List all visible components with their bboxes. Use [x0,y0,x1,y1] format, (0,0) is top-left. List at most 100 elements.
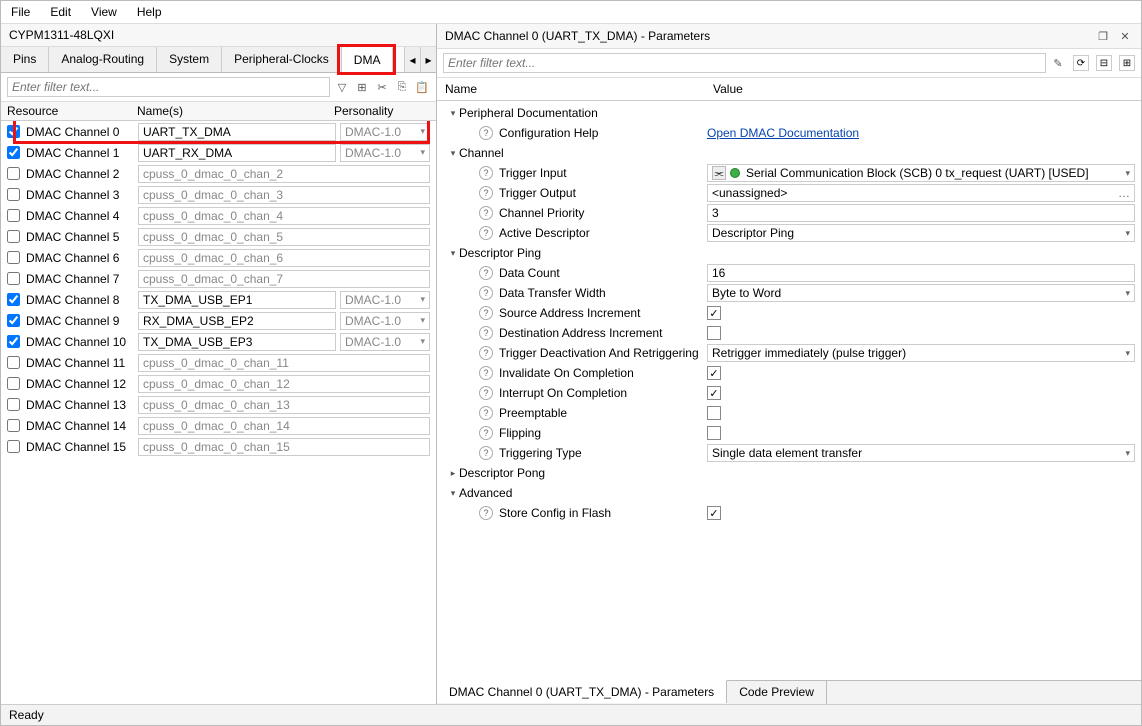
collapse-toggle[interactable]: ▾ [447,248,459,259]
col-names[interactable]: Name(s) [137,104,334,118]
col-resource[interactable]: Resource [7,104,137,118]
resource-name-field[interactable]: TX_DMA_USB_EP1 [138,291,336,309]
copy-icon[interactable]: ⎘ [394,79,410,95]
edit-icon[interactable]: ✎ [1050,55,1066,71]
resource-checkbox[interactable] [7,377,20,390]
open-dmac-doc-link[interactable]: Open DMAC Documentation [707,126,859,140]
tab-scroll-left-icon[interactable]: ◂ [404,47,420,72]
cut-icon[interactable]: ✂ [374,79,390,95]
resource-checkbox[interactable] [7,356,20,369]
invalidate-on-completion-checkbox[interactable]: ✓ [707,366,721,380]
personality-select[interactable]: DMAC-1.0▾ [340,291,430,309]
tab-peripheral-clocks[interactable]: Peripheral-Clocks [222,47,342,72]
resource-name-field[interactable]: cpuss_0_dmac_0_chan_14 [138,417,430,435]
table-row[interactable]: DMAC Channel 8TX_DMA_USB_EP1DMAC-1.0▾ [1,289,436,310]
close-icon[interactable]: ✕ [1117,28,1133,44]
help-icon[interactable]: ? [479,426,493,440]
resource-checkbox[interactable] [7,209,20,222]
tab-dma[interactable]: DMA [342,48,394,73]
resource-name-field[interactable]: cpuss_0_dmac_0_chan_2 [138,165,430,183]
trigger-input-select[interactable]: ⫘Serial Communication Block (SCB) 0 tx_r… [707,164,1135,182]
trigger-deactivation-select[interactable]: Retrigger immediately (pulse trigger) [707,344,1135,362]
resource-checkbox[interactable] [7,251,20,264]
preemptable-checkbox[interactable] [707,406,721,420]
col-value[interactable]: Value [713,82,1133,96]
resource-checkbox[interactable] [7,419,20,432]
tab-system[interactable]: System [157,47,222,72]
personality-select[interactable]: DMAC-1.0▾ [340,312,430,330]
help-icon[interactable]: ? [479,126,493,140]
help-icon[interactable]: ? [479,386,493,400]
help-icon[interactable]: ? [479,506,493,520]
help-icon[interactable]: ? [479,446,493,460]
refresh-icon[interactable]: ⟳ [1073,55,1089,71]
collapse-toggle[interactable]: ▾ [447,488,459,499]
data-transfer-width-select[interactable]: Byte to Word [707,284,1135,302]
resource-name-field[interactable]: cpuss_0_dmac_0_chan_5 [138,228,430,246]
store-config-flash-checkbox[interactable]: ✓ [707,506,721,520]
help-icon[interactable]: ? [479,166,493,180]
table-row[interactable]: DMAC Channel 5cpuss_0_dmac_0_chan_5 [1,226,436,247]
resource-name-field[interactable]: cpuss_0_dmac_0_chan_12 [138,375,430,393]
collapse-toggle[interactable]: ▾ [447,148,459,159]
table-row[interactable]: DMAC Channel 11cpuss_0_dmac_0_chan_11 [1,352,436,373]
filter-icon[interactable]: ▽ [334,79,350,95]
resource-checkbox[interactable] [7,125,20,138]
col-name[interactable]: Name [445,82,713,96]
help-icon[interactable]: ? [479,186,493,200]
tab-code-preview[interactable]: Code Preview [727,681,827,704]
table-row[interactable]: DMAC Channel 15cpuss_0_dmac_0_chan_15 [1,436,436,457]
resource-name-field[interactable]: UART_TX_DMA [138,123,336,141]
interrupt-on-completion-checkbox[interactable]: ✓ [707,386,721,400]
help-icon[interactable]: ? [479,366,493,380]
personality-select[interactable]: DMAC-1.0▾ [340,333,430,351]
help-icon[interactable]: ? [479,286,493,300]
collapse-icon[interactable]: ⊟ [1096,55,1112,71]
flipping-checkbox[interactable] [707,426,721,440]
table-row[interactable]: DMAC Channel 10TX_DMA_USB_EP3DMAC-1.0▾ [1,331,436,352]
collapse-toggle[interactable]: ▾ [447,108,459,119]
dest-addr-increment-checkbox[interactable] [707,326,721,340]
help-icon[interactable]: ? [479,226,493,240]
personality-select[interactable]: DMAC-1.0▾ [340,144,430,162]
expand-toggle[interactable]: ▸ [447,468,459,479]
tab-pins[interactable]: Pins [1,47,49,72]
data-count-field[interactable]: 16 [707,264,1135,282]
menu-help[interactable]: Help [137,5,162,19]
resource-name-field[interactable]: RX_DMA_USB_EP2 [138,312,336,330]
resource-name-field[interactable]: cpuss_0_dmac_0_chan_11 [138,354,430,372]
restore-icon[interactable]: ❐ [1095,28,1111,44]
menu-view[interactable]: View [91,5,117,19]
resource-checkbox[interactable] [7,293,20,306]
table-row[interactable]: DMAC Channel 0UART_TX_DMADMAC-1.0▾ [1,121,436,142]
table-row[interactable]: DMAC Channel 13cpuss_0_dmac_0_chan_13 [1,394,436,415]
table-row[interactable]: DMAC Channel 2cpuss_0_dmac_0_chan_2 [1,163,436,184]
resource-name-field[interactable]: cpuss_0_dmac_0_chan_6 [138,249,430,267]
resource-name-field[interactable]: TX_DMA_USB_EP3 [138,333,336,351]
resource-checkbox[interactable] [7,146,20,159]
source-addr-increment-checkbox[interactable]: ✓ [707,306,721,320]
resource-name-field[interactable]: UART_RX_DMA [138,144,336,162]
left-filter-input[interactable] [7,77,330,97]
resource-checkbox[interactable] [7,314,20,327]
view-icon[interactable]: ⊞ [354,79,370,95]
resource-checkbox[interactable] [7,188,20,201]
link-icon[interactable]: ⫘ [712,166,726,180]
table-row[interactable]: DMAC Channel 1UART_RX_DMADMAC-1.0▾ [1,142,436,163]
tab-parameters[interactable]: DMAC Channel 0 (UART_TX_DMA) - Parameter… [437,680,727,703]
resource-checkbox[interactable] [7,167,20,180]
resource-name-field[interactable]: cpuss_0_dmac_0_chan_4 [138,207,430,225]
resource-checkbox[interactable] [7,272,20,285]
table-row[interactable]: DMAC Channel 6cpuss_0_dmac_0_chan_6 [1,247,436,268]
help-icon[interactable]: ? [479,326,493,340]
resource-checkbox[interactable] [7,335,20,348]
resource-checkbox[interactable] [7,230,20,243]
help-icon[interactable]: ? [479,406,493,420]
resource-name-field[interactable]: cpuss_0_dmac_0_chan_13 [138,396,430,414]
right-filter-input[interactable] [443,53,1046,73]
personality-select[interactable]: DMAC-1.0▾ [340,123,430,141]
trigger-output-field[interactable]: <unassigned>… [707,184,1135,202]
help-icon[interactable]: ? [479,206,493,220]
resource-checkbox[interactable] [7,440,20,453]
channel-priority-field[interactable]: 3 [707,204,1135,222]
